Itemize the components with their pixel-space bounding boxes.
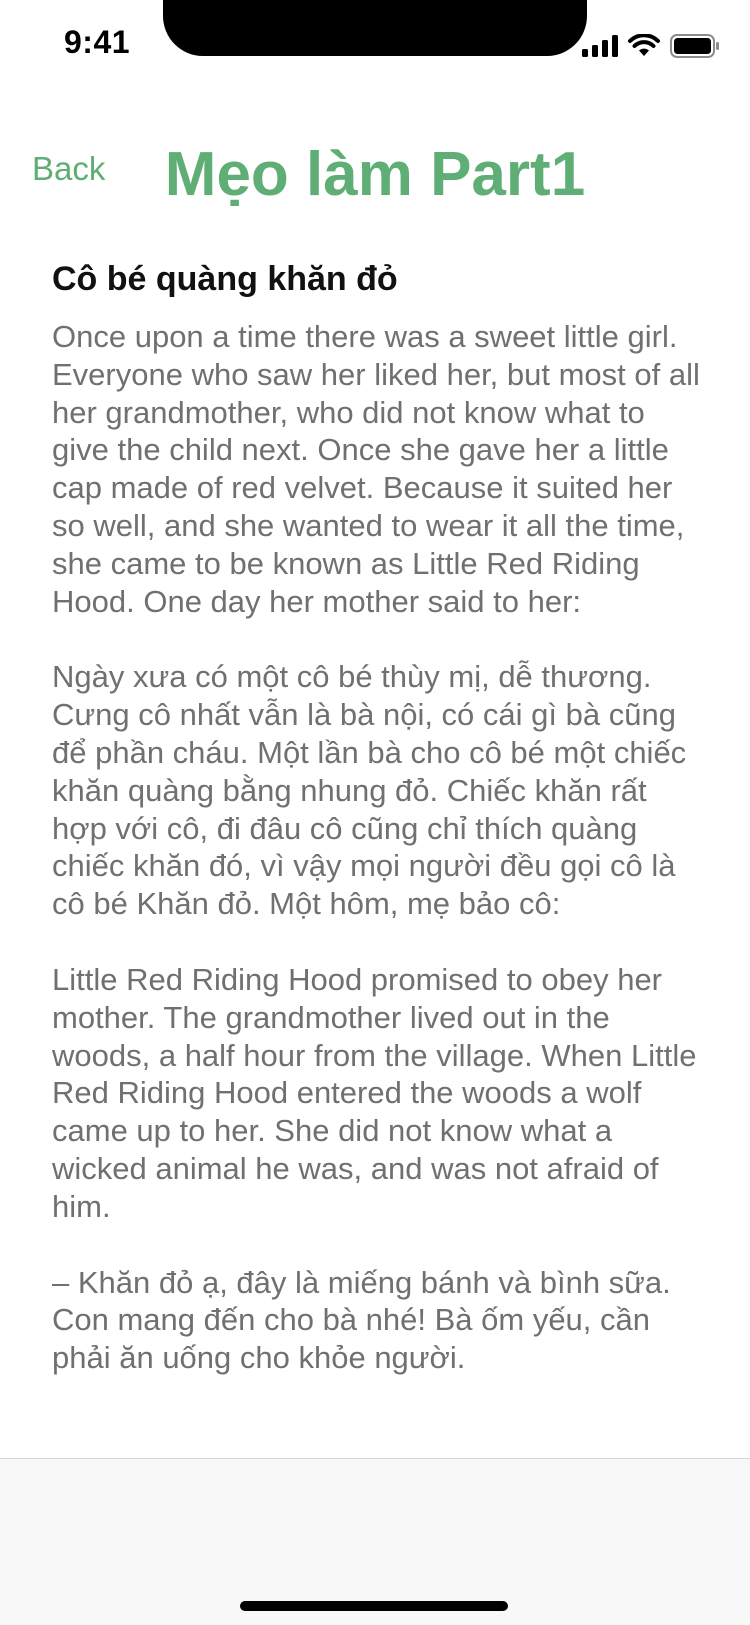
wifi-icon bbox=[628, 34, 660, 56]
back-button[interactable]: Back bbox=[32, 150, 105, 188]
page-title: Mẹo làm Part1 bbox=[164, 140, 586, 209]
story-paragraph: Once upon a time there was a sweet littl… bbox=[52, 319, 700, 619]
story-paragraph: Little Red Riding Hood promised to obey … bbox=[52, 961, 697, 1224]
home-indicator[interactable] bbox=[240, 1601, 508, 1611]
device-notch bbox=[163, 0, 587, 56]
status-icons bbox=[582, 32, 720, 60]
story-paragraph: – Khăn đỏ ạ, đây là miếng bánh và bình s… bbox=[52, 1264, 671, 1376]
status-time: 9:41 bbox=[64, 24, 131, 60]
story-content[interactable]: Cô bé quàng khăn đỏ Once upon a time the… bbox=[52, 250, 702, 1455]
battery-icon bbox=[670, 34, 719, 58]
status-bar: 9:41 bbox=[0, 0, 750, 92]
signal-icon bbox=[582, 35, 618, 57]
bottom-bar bbox=[0, 1458, 750, 1625]
story-paragraph: Ngày xưa có một cô bé thùy mị, dễ thương… bbox=[52, 659, 687, 922]
nav-header: Mẹo làm Part1 Back bbox=[0, 130, 750, 220]
story-heading: Cô bé quàng khăn đỏ bbox=[52, 260, 398, 298]
